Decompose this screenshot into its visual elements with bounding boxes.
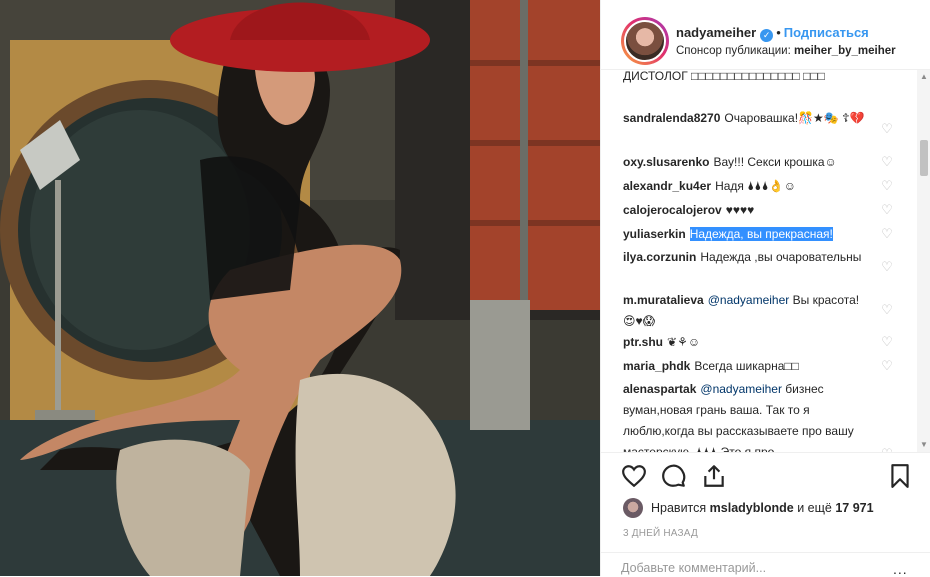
comment-item: calojerocalojerov ♥♥♥♥: [623, 199, 873, 221]
post-timestamp[interactable]: 3 ДНЕЙ НАЗАД: [623, 528, 698, 539]
username-row: nadyameiher ✓ • Подписаться: [676, 25, 869, 42]
comment-text: Надя 🌢🌢🌢👌☺: [715, 179, 797, 193]
scrollbar-thumb[interactable]: [920, 140, 928, 176]
follow-button[interactable]: Подписаться: [784, 25, 869, 40]
avatar[interactable]: [624, 20, 666, 62]
separator-dot: •: [776, 25, 781, 40]
comment-item: ilya.corzunin Надежда ,вы очаровательны: [623, 247, 873, 268]
comment-item: maria_phdk Всегда шикарна□□: [623, 355, 873, 377]
comment-item: oxy.slusarenko Вау!!! Секси крошка☺: [623, 151, 873, 173]
liker-avatar[interactable]: [623, 498, 643, 518]
comment-username[interactable]: yuliaserkin: [623, 227, 686, 241]
comment-text: ♥♥♥♥: [725, 203, 755, 217]
comments-list[interactable]: ДИСТОЛОГ □□□□□□□□□□□□□□□ □□□ sandralenda…: [601, 70, 930, 452]
sponsor-link[interactable]: meiher_by_meiher: [794, 45, 896, 57]
post-side-panel: nadyameiher ✓ • Подписаться Спонсор публика…: [600, 0, 930, 577]
comment-like-heart-icon[interactable]: ♡: [881, 179, 893, 192]
comment-username[interactable]: oxy.slusarenko: [623, 155, 709, 169]
comment-item: alexandr_ku4er Надя 🌢🌢🌢👌☺: [623, 175, 873, 197]
username-link[interactable]: nadyameiher: [676, 25, 756, 40]
comment-icon[interactable]: [661, 463, 687, 489]
comment-like-heart-icon[interactable]: ♡: [881, 260, 893, 273]
comment-item: ДИСТОЛОГ □□□□□□□□□□□□□□□ □□□: [623, 70, 873, 86]
comment-text: Очаровашка!🎊★🎭 ☦💔: [724, 111, 865, 125]
post-photo-illustration: [0, 0, 600, 576]
likes-prefix: Нравится: [651, 501, 707, 515]
more-options-icon[interactable]: ...: [893, 561, 908, 577]
comment-username[interactable]: calojerocalojerov: [623, 203, 722, 217]
post-actions: [601, 452, 930, 500]
likes-count[interactable]: 17 971: [835, 501, 873, 515]
verified-badge-icon: ✓: [760, 29, 774, 42]
comment-item: ptr.shu ❦⚘☺: [623, 331, 873, 353]
comment-username[interactable]: maria_phdk: [623, 359, 690, 373]
comment-item: m.muratalieva @nadyameiher Вы красота! 😍♥…: [623, 290, 873, 332]
comment-item: alenaspartak @nadyameiher бизнес вуман,но…: [623, 379, 873, 452]
comment-text: Надежда ,вы очаровательны: [700, 250, 862, 264]
comment-mention[interactable]: @nadyameiher: [708, 293, 790, 307]
comment-text: ❦⚘☺: [667, 335, 701, 349]
post-photo[interactable]: [0, 0, 600, 576]
comment-text-selected: Надежда, вы прекрасная!: [689, 227, 833, 241]
comment-like-heart-icon[interactable]: ♡: [881, 203, 893, 216]
sponsor-line: Спонсор публикации: meiher_by_meiher: [676, 45, 896, 57]
comment-mention[interactable]: @nadyameiher: [700, 382, 782, 396]
comment-username[interactable]: m.muratalieva: [623, 293, 704, 307]
comment-like-heart-icon[interactable]: ♡: [881, 303, 893, 316]
post-header: nadyameiher ✓ • Подписаться Спонсор публика…: [601, 0, 930, 70]
share-icon[interactable]: [701, 463, 727, 489]
scroll-down-arrow-icon[interactable]: ▼: [919, 440, 929, 450]
bookmark-icon[interactable]: [887, 463, 913, 489]
comment-like-heart-icon[interactable]: ♡: [881, 155, 893, 168]
add-comment-input[interactable]: [621, 561, 871, 575]
comment-like-heart-icon[interactable]: ♡: [881, 227, 893, 240]
comment-like-heart-icon[interactable]: ♡: [881, 122, 893, 135]
comment-username[interactable]: alexandr_ku4er: [623, 179, 711, 193]
comment-item: yuliaserkin Надежда, вы прекрасная!: [623, 223, 873, 245]
comment-item: sandralenda8270 Очаровашка!🎊★🎭 ☦💔: [623, 107, 873, 129]
liker-username[interactable]: msladyblonde: [710, 501, 794, 515]
comment-text: ДИСТОЛОГ □□□□□□□□□□□□□□□ □□□: [623, 70, 825, 83]
comment-username[interactable]: sandralenda8270: [623, 111, 720, 125]
comment-text: Вау!!! Секси крошка☺: [713, 155, 837, 169]
comment-text: Всегда шикарна□□: [694, 359, 799, 373]
heart-icon[interactable]: [621, 463, 647, 489]
comment-username[interactable]: ilya.corzunin: [623, 250, 696, 264]
comment-like-heart-icon[interactable]: ♡: [881, 359, 893, 372]
comment-like-heart-icon[interactable]: ♡: [881, 335, 893, 348]
story-ring[interactable]: [621, 17, 669, 65]
comments-scrollbar[interactable]: ▲ ▼: [917, 70, 930, 452]
likes-middle: и ещё: [797, 501, 832, 515]
likes-summary[interactable]: Нравится msladyblonde и ещё 17 971: [623, 498, 874, 518]
add-comment-bar: ...: [601, 552, 930, 577]
scroll-up-arrow-icon[interactable]: ▲: [919, 72, 929, 82]
comment-username[interactable]: ptr.shu: [623, 335, 663, 349]
comment-username[interactable]: alenaspartak: [623, 382, 696, 396]
sponsor-prefix: Спонсор публикации:: [676, 45, 791, 57]
